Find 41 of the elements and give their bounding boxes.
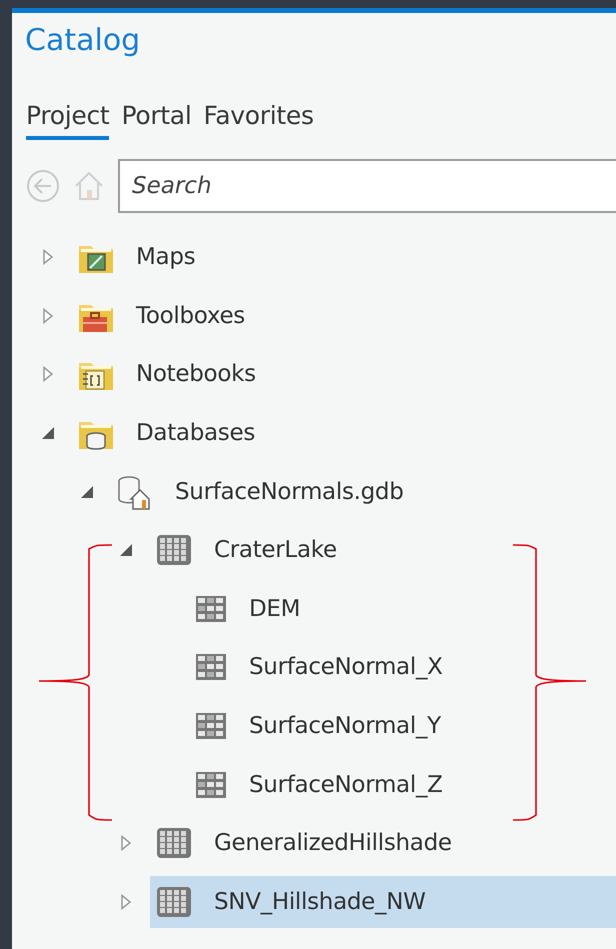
- tree-item[interactable]: SurfaceNormals.gdb: [111, 466, 616, 518]
- search-field[interactable]: Search: [118, 159, 616, 213]
- back-icon[interactable]: [26, 169, 60, 203]
- tree-item[interactable]: Notebooks: [72, 348, 616, 400]
- database-house-icon: [117, 474, 153, 510]
- raster-icon: [195, 653, 227, 682]
- tab[interactable]: Portal: [121, 101, 192, 140]
- item-label: SurfaceNormals.gdb: [175, 478, 404, 505]
- tree-item[interactable]: Databases: [72, 407, 616, 460]
- raster-icon: [195, 594, 227, 623]
- item-label: CraterLake: [214, 537, 337, 564]
- tree-item[interactable]: SurfaceNormal_X: [189, 641, 616, 694]
- tree-item[interactable]: CraterLake: [150, 524, 616, 576]
- item-label: SurfaceNormal_Y: [249, 713, 441, 740]
- item-label: SurfaceNormal_Z: [249, 772, 443, 798]
- item-label: Toolboxes: [136, 302, 245, 329]
- raster-grid-icon: [156, 827, 192, 860]
- item-label: Databases: [136, 420, 256, 446]
- raster-grid-icon: [156, 886, 192, 918]
- tab[interactable]: Favorites: [203, 101, 314, 140]
- item-label: SNV_Hillshade_NW: [214, 888, 426, 915]
- item-label: DEM: [249, 596, 300, 622]
- tree-item[interactable]: DEM: [189, 582, 616, 635]
- tree-item[interactable]: SNV_Hillshade_NW: [150, 876, 616, 928]
- item-label: SurfaceNormal_X: [249, 654, 443, 680]
- tree-item[interactable]: Toolboxes: [72, 290, 616, 342]
- panel-title: Catalog: [24, 22, 142, 60]
- item-label: Notebooks: [136, 361, 256, 388]
- collapse-arrow-icon[interactable]: [79, 484, 95, 500]
- tree-item[interactable]: SurfaceNormal_Y: [189, 700, 616, 752]
- tree-item[interactable]: SurfaceNormal_Z: [189, 758, 616, 811]
- tree-item[interactable]: GeneralizedHillshade: [150, 817, 616, 870]
- item-label: Maps: [136, 244, 196, 270]
- raster-icon: [195, 770, 227, 799]
- tab[interactable]: Project: [26, 101, 110, 140]
- collapse-arrow-icon[interactable]: [40, 425, 56, 442]
- raster-grid-icon: [156, 534, 192, 566]
- item-label: GeneralizedHillshade: [214, 830, 452, 856]
- raster-icon: [195, 712, 227, 740]
- tree-item[interactable]: Maps: [72, 231, 616, 284]
- collapse-arrow-icon[interactable]: [118, 542, 134, 558]
